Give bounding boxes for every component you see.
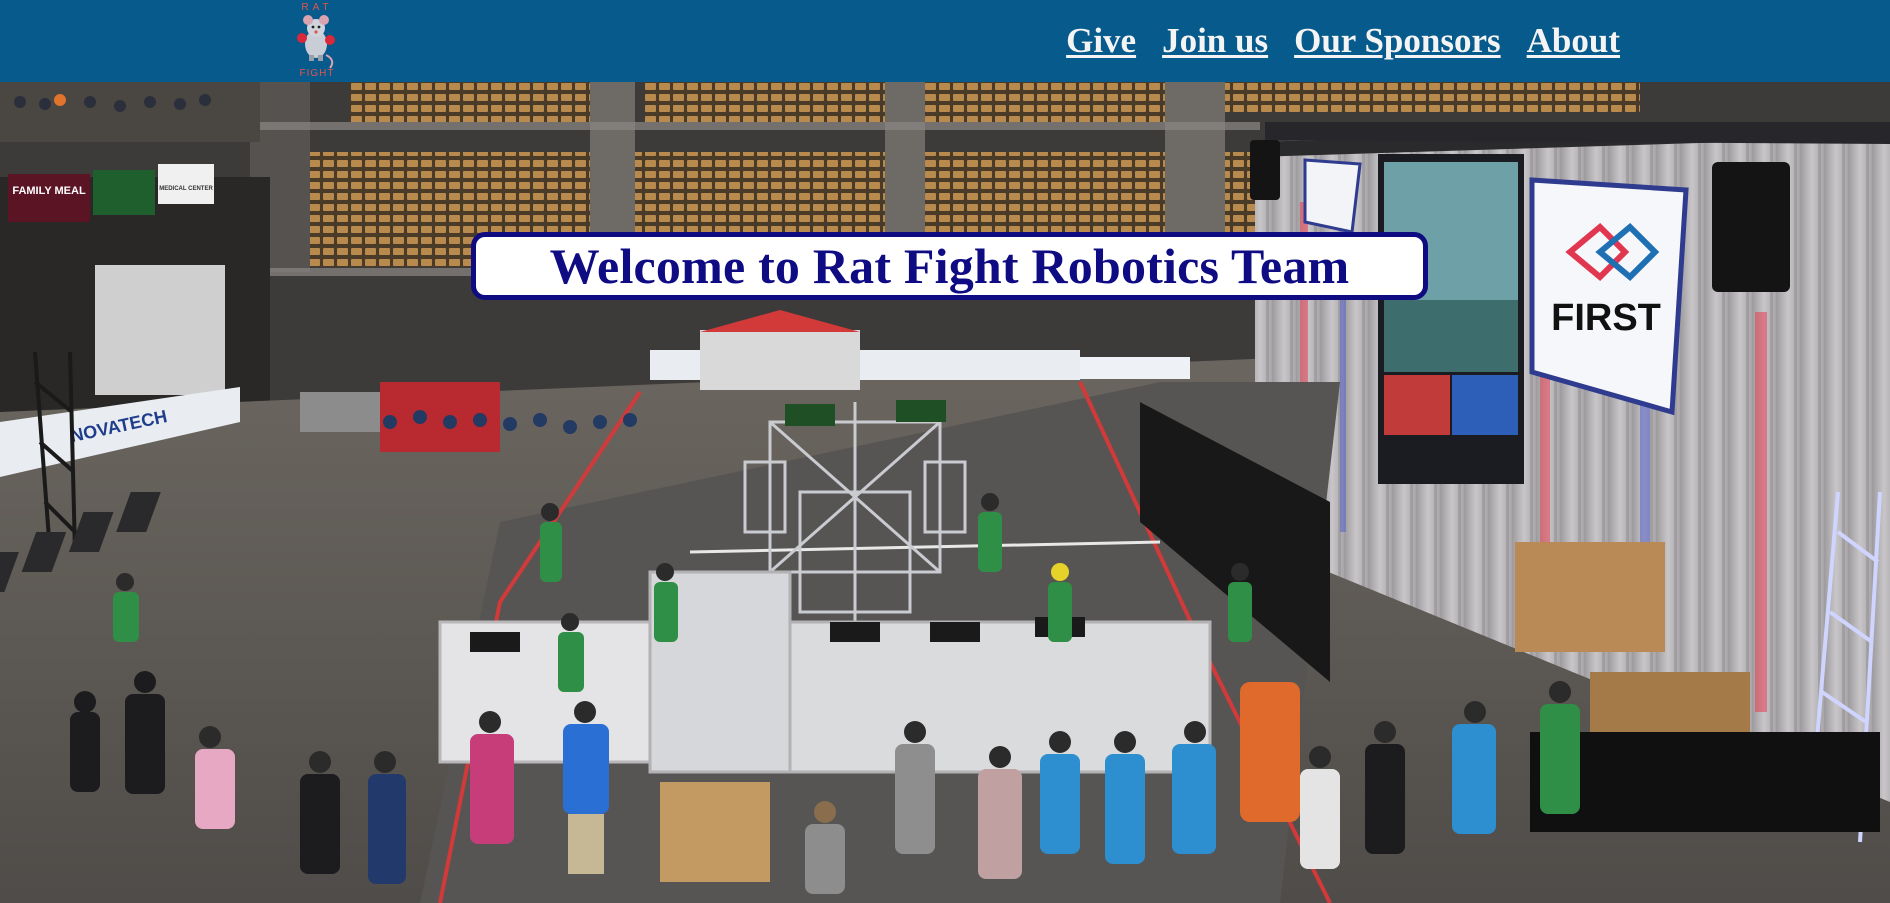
jumbotron-screen (1378, 154, 1524, 484)
speaker-left (1250, 140, 1280, 200)
nav-link-our-sponsors[interactable]: Our Sponsors (1294, 21, 1501, 61)
nav-link-join-us[interactable]: Join us (1162, 21, 1268, 61)
field-sign-right (896, 400, 946, 422)
top-navbar: RAT FIGHT Give Join us Our Sponsors Abou… (0, 0, 1890, 82)
page: RAT FIGHT Give Join us Our Sponsors Abou… (0, 0, 1890, 903)
left-doorway (95, 265, 225, 395)
welcome-banner: Welcome to Rat Fight Robotics Team (471, 232, 1428, 300)
scoring-booth (700, 330, 860, 390)
logo-text-top: RAT (301, 2, 332, 13)
logo-text-bottom: FIGHT (300, 68, 335, 78)
family-meal-sign (8, 174, 90, 222)
rat-fight-logo-icon[interactable]: RAT FIGHT (290, 0, 344, 78)
hero-arena-photo: FAMILY MEAL MEDICAL CENTER NOVATECH FIRS… (0, 82, 1890, 903)
family-meal-sign-text: FAMILY MEAL (12, 185, 86, 197)
sponsor-sign-green (93, 170, 155, 215)
speaker-right (1712, 162, 1790, 292)
medical-center-sign (158, 164, 214, 204)
arena-scene-illustration: FAMILY MEAL MEDICAL CENTER NOVATECH FIRS… (0, 82, 1890, 903)
small-first-banner (1303, 158, 1362, 234)
nav-links: Give Join us Our Sponsors About (1066, 0, 1620, 82)
field-sign-left (785, 404, 835, 426)
nav-link-give[interactable]: Give (1066, 21, 1136, 61)
first-banner: FIRST (1529, 177, 1689, 416)
nav-link-about[interactable]: About (1527, 21, 1620, 61)
medical-center-sign-text: MEDICAL CENTER (159, 186, 213, 192)
welcome-title: Welcome to Rat Fight Robotics Team (549, 238, 1350, 294)
first-banner-text: FIRST (1551, 297, 1661, 339)
